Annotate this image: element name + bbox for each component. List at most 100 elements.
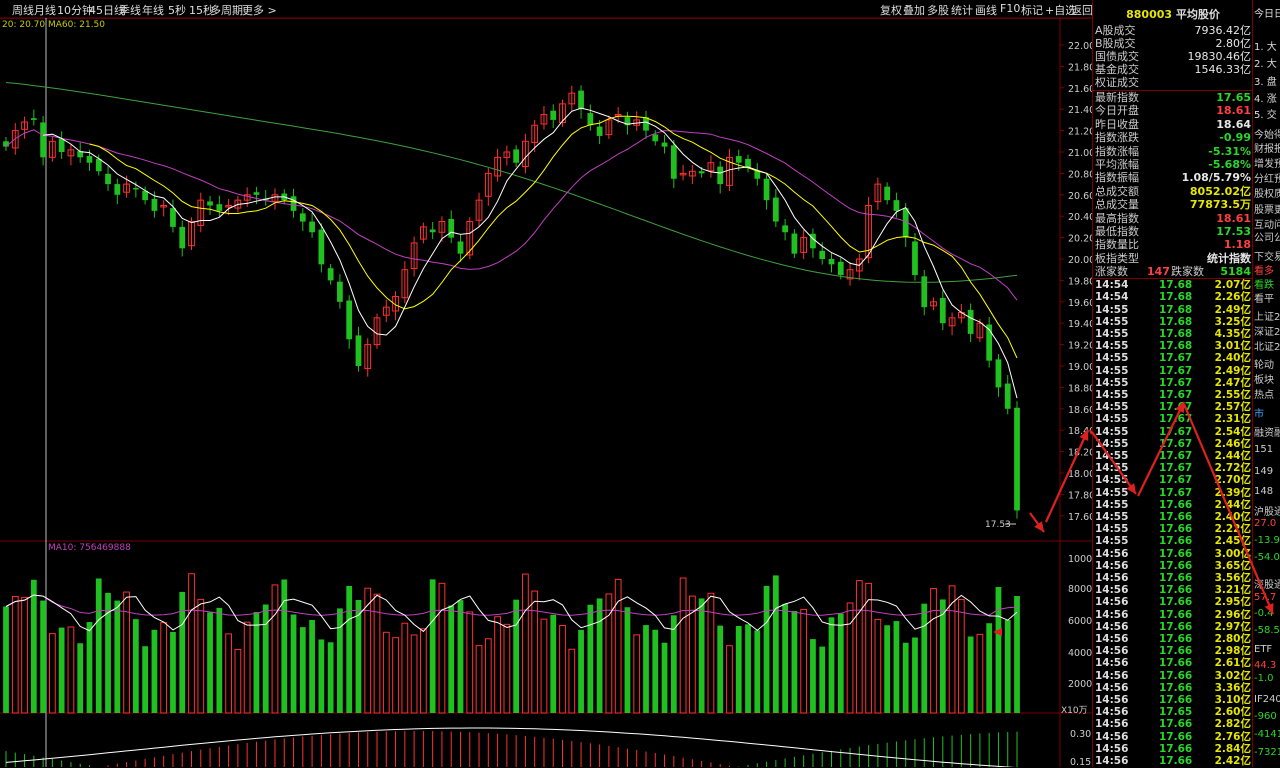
side-item[interactable]: 深证2 [1254,323,1280,338]
side-item[interactable]: 股权质 [1254,185,1280,200]
tick-row: 14:56 17.66 2.98亿 [1095,645,1251,658]
side-item[interactable]: -0.4 [1254,608,1274,619]
volume-bar [698,598,705,713]
volume-bar [921,603,928,713]
candle-body [457,241,464,254]
tick-amount: 2.82亿 [1214,718,1251,731]
tick-amount: 2.49亿 [1214,303,1251,316]
side-item[interactable]: 151 [1254,444,1273,455]
side-item[interactable]: -7321 [1254,747,1280,758]
volume-bar [216,607,223,713]
stat-value: 77873.5万 [1189,198,1251,212]
side-item[interactable]: IF2402 [1254,694,1280,705]
side-item[interactable]: 轮动 [1254,356,1274,371]
side-item[interactable]: -960 [1254,711,1277,722]
candle-body [763,178,770,201]
side-item[interactable]: 上证2 [1254,308,1280,323]
side-item[interactable]: 热点 [1254,386,1274,401]
volume-bar [49,633,56,714]
candle-body [912,241,918,276]
side-item[interactable]: 增发预 [1254,155,1280,170]
kline-chart[interactable]: 22.00 21.80 21.60 21.40 21.20 21.00 20.80 20.60… [0,0,1092,767]
stat-row: 昨日收盘 18.64 [1095,118,1251,131]
candle-body [587,113,594,126]
volume-bar [819,646,826,713]
candle-body [253,192,260,195]
price-axis-label: 17.80 [1068,490,1092,501]
volume-bar [429,579,436,713]
candle-body [698,171,705,174]
side-item[interactable]: 27.0 [1254,518,1276,529]
side-item[interactable]: 看多 [1254,262,1274,277]
side-item[interactable]: 公司公 [1254,229,1280,244]
side-item[interactable]: 股票更 [1254,201,1280,216]
side-item[interactable]: 沪股通 [1254,503,1280,518]
side-item[interactable]: 2. 大 [1254,55,1277,70]
side-item[interactable]: -1.0 [1254,673,1274,684]
side-item[interactable]: 市 [1254,405,1264,420]
tick-price: 17.67 [1159,389,1193,401]
side-item[interactable]: 下交易 [1254,248,1280,263]
candle-body [578,90,584,110]
side-item[interactable]: 财报报 [1254,140,1280,155]
tick-time: 14:55 [1095,462,1129,475]
up-count-label: 涨家数 [1095,265,1128,279]
tick-row: 14:55 17.67 2.72亿 [1095,462,1251,475]
volume-bar [243,621,251,714]
stat-value: -5.31% [1208,144,1251,158]
side-item[interactable]: 板块 [1254,371,1274,386]
side-item[interactable]: -13.9 [1254,535,1280,546]
side-item[interactable]: 3. 盘 [1254,73,1277,88]
side-item[interactable]: 北证2 [1254,338,1280,353]
tick-amount: 3.36亿 [1214,681,1251,694]
volume-ma-legend: MA10: 756469888 [48,543,131,553]
stat-row: 今日开盘 18.61 [1095,104,1251,117]
candle-body [1004,383,1011,409]
tick-price: 17.66 [1159,584,1193,597]
turnover-value: 2.80亿 [1215,37,1252,50]
side-item[interactable]: 57.7 [1254,592,1276,603]
side-item[interactable]: 看跌 [1254,276,1274,291]
side-item[interactable]: 融资融 [1254,424,1280,439]
side-item[interactable]: 今始得 [1254,126,1280,141]
side-item[interactable]: 1. 大 [1254,38,1277,53]
side-item[interactable]: -58.5 [1254,625,1280,636]
price-axis-label: 18.80 [1068,383,1092,394]
candle-body [355,335,362,366]
volume-bar [624,607,631,713]
side-item[interactable]: ETF [1254,644,1272,655]
side-item[interactable]: 深股通 [1254,576,1280,591]
down-count-label: 跌家数 [1171,265,1204,279]
stat-value: -0.99 [1219,131,1251,145]
tick-amount: 2.31亿 [1214,413,1251,426]
volume-bar [754,630,761,713]
side-item[interactable]: -54.0 [1254,552,1280,563]
price-axis-label: 18.60 [1068,405,1092,416]
side-item[interactable]: 看平 [1254,290,1274,305]
tick-price: 17.67 [1159,486,1193,499]
tick-price: 17.67 [1159,462,1193,475]
volume-bar [11,595,19,714]
side-item[interactable]: 4. 涨 [1254,90,1277,105]
side-item[interactable]: -4141 [1254,729,1280,740]
tick-row: 14:55 17.67 2.31亿 [1095,413,1251,426]
volume-bar [58,627,65,713]
side-item[interactable]: 5. 交 [1254,106,1277,121]
side-item[interactable]: 分红预 [1254,170,1280,185]
side-item[interactable]: 44.3 [1254,660,1276,671]
side-item[interactable]: 今日日 [1254,5,1280,20]
side-item[interactable]: 149 [1254,466,1273,477]
stat-label: 今日开盘 [1095,104,1139,118]
volume-bar [299,627,306,713]
tick-price: 17.68 [1159,291,1193,304]
tick-price: 17.68 [1159,303,1193,316]
side-item[interactable]: 148 [1254,486,1273,497]
tick-price: 17.68 [1159,279,1193,292]
volume-axis-label: 8000 [1068,584,1092,595]
volume-bar [791,610,798,713]
price-axis-label: 21.60 [1068,84,1092,95]
volume-bar [457,600,464,713]
tick-time: 14:55 [1095,535,1129,548]
last-price-label: 17.53 [985,520,1011,530]
tick-time: 14:56 [1095,572,1129,584]
